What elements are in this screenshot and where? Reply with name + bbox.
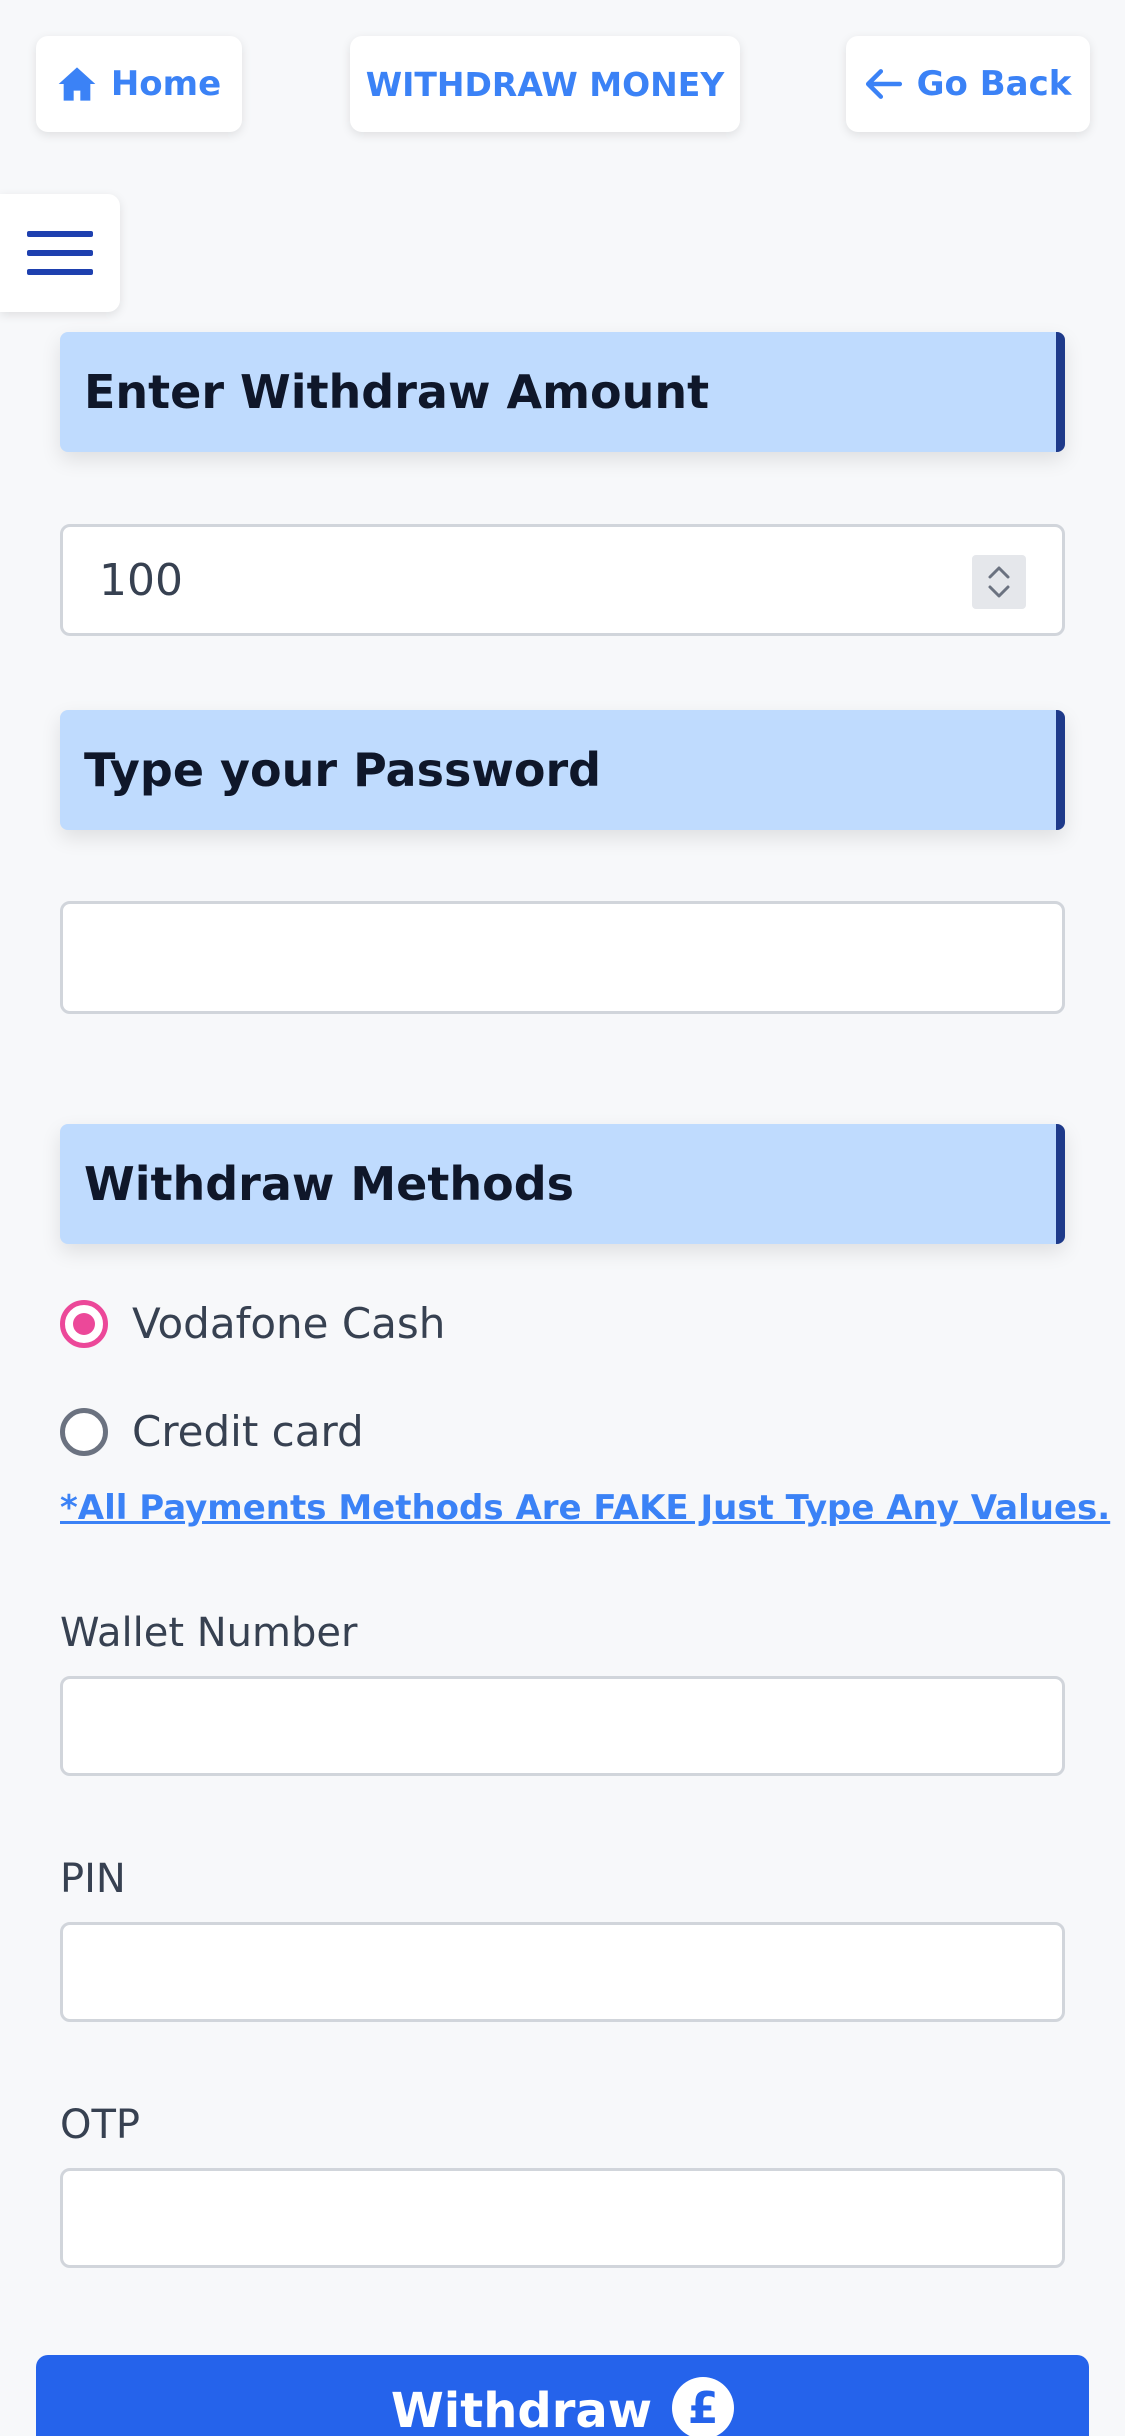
withdraw-button[interactable]: Withdraw £ bbox=[36, 2355, 1089, 2436]
otp-input[interactable] bbox=[60, 2168, 1065, 2268]
amount-section-title: Enter Withdraw Amount bbox=[84, 365, 710, 419]
page-title-label: WITHDRAW MONEY bbox=[365, 64, 725, 104]
wallet-number-label: Wallet Number bbox=[60, 1610, 358, 1656]
password-section-title: Type your Password bbox=[84, 743, 602, 797]
amount-input-value: 100 bbox=[99, 554, 183, 606]
method-option-credit-card[interactable]: Credit card bbox=[60, 1407, 364, 1456]
hamburger-menu-icon bbox=[27, 231, 93, 275]
method-option-label: Vodafone Cash bbox=[132, 1299, 446, 1348]
methods-section-header: Withdraw Methods bbox=[60, 1124, 1065, 1244]
methods-section-title: Withdraw Methods bbox=[84, 1157, 575, 1211]
menu-button[interactable] bbox=[0, 194, 120, 312]
pin-label: PIN bbox=[60, 1856, 126, 1902]
radio-button-selected[interactable] bbox=[60, 1299, 108, 1348]
home-icon bbox=[58, 67, 96, 101]
page-title: WITHDRAW MONEY bbox=[350, 36, 740, 132]
arrow-left-icon bbox=[865, 69, 902, 99]
password-input[interactable] bbox=[60, 901, 1065, 1014]
go-back-button[interactable]: Go Back bbox=[846, 36, 1090, 132]
otp-label: OTP bbox=[60, 2102, 141, 2148]
home-button[interactable]: Home bbox=[36, 36, 242, 132]
withdraw-button-label: Withdraw bbox=[390, 2383, 653, 2436]
password-section-header: Type your Password bbox=[60, 710, 1065, 830]
amount-stepper[interactable] bbox=[972, 555, 1026, 609]
radio-button[interactable] bbox=[60, 1407, 108, 1456]
method-option-vodafone-cash[interactable]: Vodafone Cash bbox=[60, 1299, 445, 1348]
pound-currency-icon: £ bbox=[672, 2377, 735, 2436]
fake-payments-disclaimer-link[interactable]: *All Payments Methods Are FAKE Just Type… bbox=[60, 1488, 1110, 1528]
up-down-chevron-icon bbox=[988, 566, 1010, 598]
method-option-label: Credit card bbox=[132, 1407, 364, 1456]
pin-input[interactable] bbox=[60, 1922, 1065, 2022]
go-back-label: Go Back bbox=[916, 64, 1072, 104]
amount-section-header: Enter Withdraw Amount bbox=[60, 332, 1065, 452]
home-button-label: Home bbox=[110, 64, 222, 104]
wallet-number-input[interactable] bbox=[60, 1676, 1065, 1776]
amount-input[interactable]: 100 bbox=[60, 524, 1065, 636]
